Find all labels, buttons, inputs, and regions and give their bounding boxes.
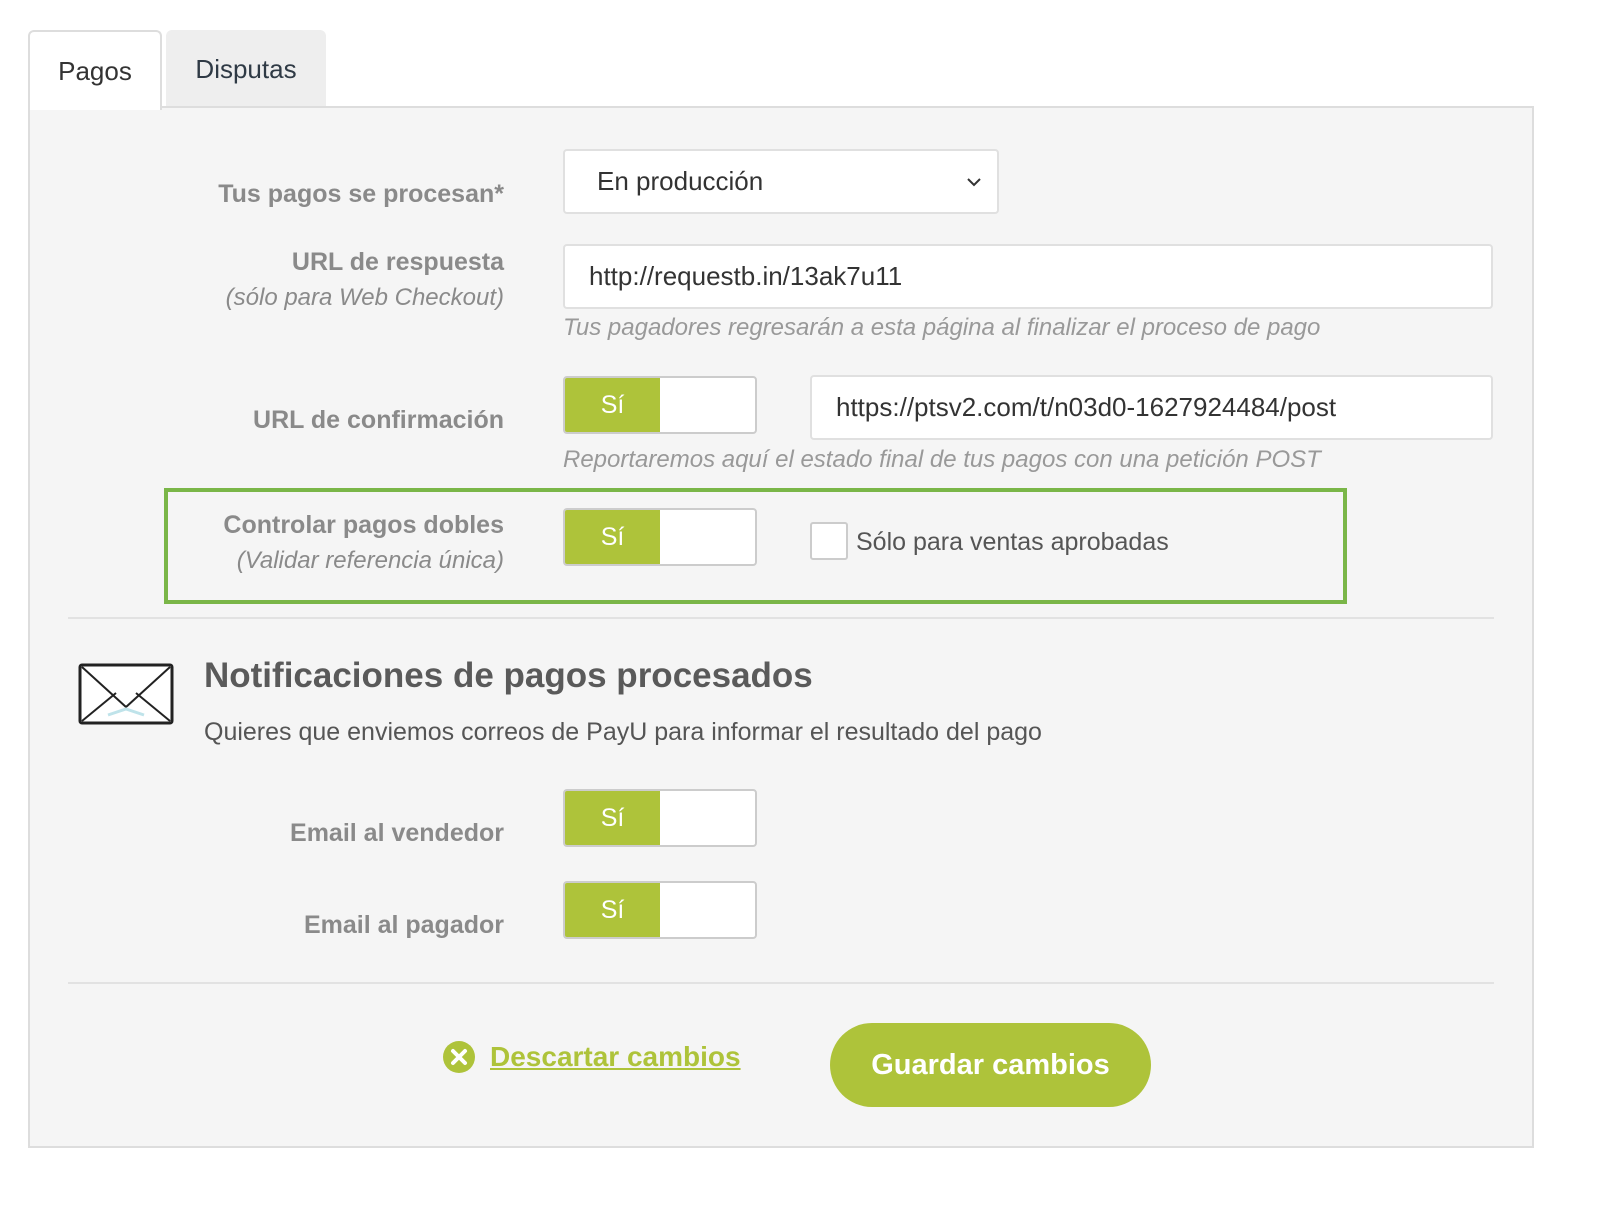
- tab-disputas-label: Disputas: [195, 53, 297, 84]
- settings-page: Pagos Disputas Tus pagos se procesan* En…: [0, 0, 1616, 1218]
- response-url-input[interactable]: http://requestb.in/13ak7u11: [563, 244, 1493, 309]
- toggle-on-label: Sí: [565, 791, 660, 845]
- discard-changes-link[interactable]: Descartar cambios: [442, 1040, 741, 1074]
- toggle-on-label: Sí: [565, 883, 660, 937]
- payer-email-toggle[interactable]: Sí: [563, 881, 757, 939]
- confirmation-url-label: URL de confirmación: [253, 406, 504, 434]
- payments-mode-select[interactable]: En producción: [563, 149, 999, 214]
- tab-pagos[interactable]: Pagos: [28, 30, 162, 110]
- approved-only-checkbox[interactable]: [810, 522, 848, 560]
- toggle-on-label: Sí: [565, 378, 660, 432]
- response-url-sublabel: (sólo para Web Checkout): [225, 284, 504, 311]
- payments-mode-label: Tus pagos se procesan*: [218, 180, 504, 208]
- tab-pagos-label: Pagos: [58, 55, 132, 86]
- payer-email-label: Email al pagador: [303, 911, 504, 939]
- notifications-title: Notificaciones de pagos procesados: [204, 656, 813, 695]
- tab-disputas[interactable]: Disputas: [166, 30, 326, 108]
- save-changes-label: Guardar cambios: [871, 1048, 1110, 1081]
- toggle-on-label: Sí: [565, 510, 660, 564]
- payments-mode-value: En producción: [597, 166, 764, 196]
- confirmation-url-toggle[interactable]: Sí: [563, 376, 757, 434]
- save-changes-button[interactable]: Guardar cambios: [830, 1023, 1151, 1107]
- notifications-description: Quieres que enviemos correos de PayU par…: [204, 718, 1042, 746]
- confirmation-url-input[interactable]: https://ptsv2.com/t/n03d0-1627924484/pos…: [810, 375, 1493, 440]
- seller-email-label: Email al vendedor: [290, 819, 504, 847]
- discard-changes-label: Descartar cambios: [490, 1041, 741, 1072]
- approved-only-label[interactable]: Sólo para ventas aprobadas: [856, 528, 1169, 557]
- confirmation-url-value: https://ptsv2.com/t/n03d0-1627924484/pos…: [836, 392, 1337, 422]
- confirmation-url-help: Reportaremos aquí el estado final de tus…: [563, 446, 1321, 473]
- actions-divider: [68, 982, 1494, 984]
- section-divider: [68, 617, 1494, 619]
- double-payments-label: Controlar pagos dobles: [223, 511, 504, 539]
- response-url-help: Tus pagadores regresarán a esta página a…: [563, 314, 1321, 341]
- envelope-icon: [78, 663, 174, 725]
- seller-email-toggle[interactable]: Sí: [563, 789, 757, 847]
- chevron-down-icon: [967, 178, 981, 187]
- close-circle-icon: [443, 1041, 475, 1073]
- response-url-value: http://requestb.in/13ak7u11: [589, 261, 903, 291]
- double-payments-sublabel: (Validar referencia única): [236, 547, 504, 574]
- double-payments-toggle[interactable]: Sí: [563, 508, 757, 566]
- response-url-label: URL de respuesta: [291, 248, 504, 276]
